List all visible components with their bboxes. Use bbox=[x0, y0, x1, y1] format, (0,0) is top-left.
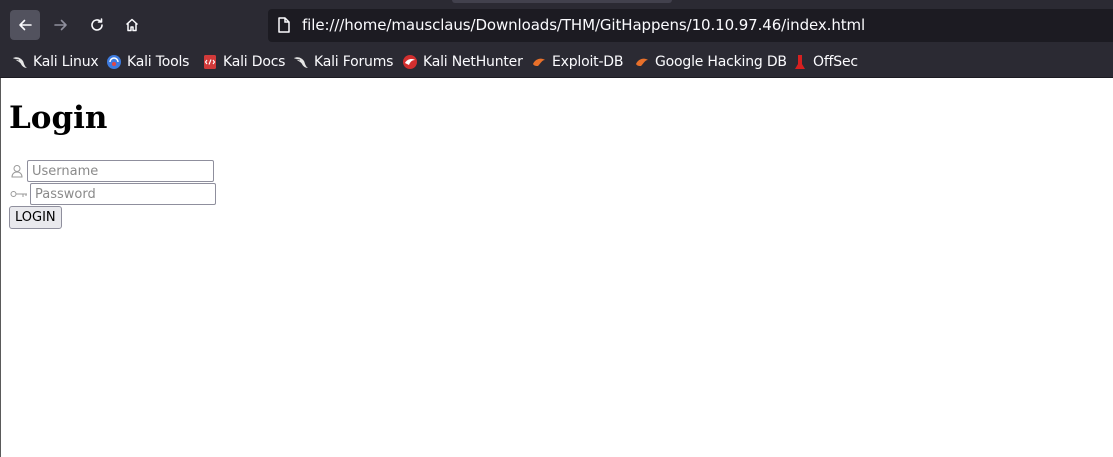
username-input[interactable] bbox=[27, 160, 214, 182]
bookmark-label: OffSec bbox=[813, 54, 858, 70]
forward-button[interactable] bbox=[46, 10, 76, 40]
bookmarks-toolbar: Kali Linux Kali Tools Kali Docs Kali For… bbox=[0, 48, 1113, 76]
bookmark-offsec[interactable]: OffSec bbox=[792, 52, 858, 72]
bookmark-label: Kali Tools bbox=[127, 54, 190, 70]
bookmark-google-hacking-db[interactable]: Google Hacking DB bbox=[634, 52, 787, 72]
arrow-right-icon bbox=[54, 19, 67, 31]
home-button[interactable] bbox=[117, 10, 147, 40]
user-icon bbox=[9, 163, 25, 179]
exploit-db-icon bbox=[634, 54, 650, 70]
password-input[interactable] bbox=[30, 183, 216, 205]
home-icon bbox=[125, 18, 139, 32]
key-icon bbox=[9, 186, 28, 202]
back-button[interactable] bbox=[10, 10, 40, 40]
page-icon bbox=[277, 17, 291, 37]
bookmark-label: Kali Forums bbox=[314, 54, 394, 70]
kali-dragon-icon bbox=[12, 54, 28, 70]
login-button[interactable]: LOGIN bbox=[9, 206, 62, 229]
browser-chrome: file:///home/mausclaus/Downloads/THM/Git… bbox=[0, 0, 1113, 78]
navigation-toolbar: file:///home/mausclaus/Downloads/THM/Git… bbox=[0, 7, 1113, 45]
page-content: Login LOGIN bbox=[0, 78, 1113, 457]
bookmark-exploit-db[interactable]: Exploit-DB bbox=[531, 52, 623, 72]
bookmark-kali-forums[interactable]: Kali Forums bbox=[293, 52, 393, 72]
bookmark-label: Google Hacking DB bbox=[655, 54, 787, 70]
kali-docs-icon bbox=[202, 54, 218, 70]
bookmark-label: Kali Docs bbox=[223, 54, 286, 70]
reload-icon bbox=[91, 18, 103, 31]
bookmark-kali-tools[interactable]: Kali Tools bbox=[106, 52, 189, 72]
offsec-icon bbox=[792, 54, 808, 70]
bookmark-label: Kali Linux bbox=[33, 54, 99, 70]
nethunter-icon bbox=[402, 54, 418, 70]
reload-button[interactable] bbox=[82, 10, 112, 40]
bookmark-label: Kali NetHunter bbox=[423, 54, 523, 70]
kali-dragon-icon bbox=[293, 54, 309, 70]
page-title: Login bbox=[9, 100, 108, 136]
kali-tools-icon bbox=[106, 54, 122, 70]
bookmark-kali-docs[interactable]: Kali Docs bbox=[202, 52, 285, 72]
exploit-db-icon bbox=[531, 54, 547, 70]
url-text[interactable]: file:///home/mausclaus/Downloads/THM/Git… bbox=[302, 16, 865, 34]
username-row bbox=[9, 160, 214, 182]
arrow-left-icon bbox=[19, 19, 32, 31]
bookmark-kali-nethunter[interactable]: Kali NetHunter bbox=[402, 52, 523, 72]
password-row bbox=[9, 183, 216, 205]
bookmark-kali-linux[interactable]: Kali Linux bbox=[12, 52, 99, 72]
bookmark-label: Exploit-DB bbox=[552, 54, 624, 70]
tab-strip-edge bbox=[452, 0, 672, 3]
address-bar[interactable]: file:///home/mausclaus/Downloads/THM/Git… bbox=[268, 9, 1113, 42]
